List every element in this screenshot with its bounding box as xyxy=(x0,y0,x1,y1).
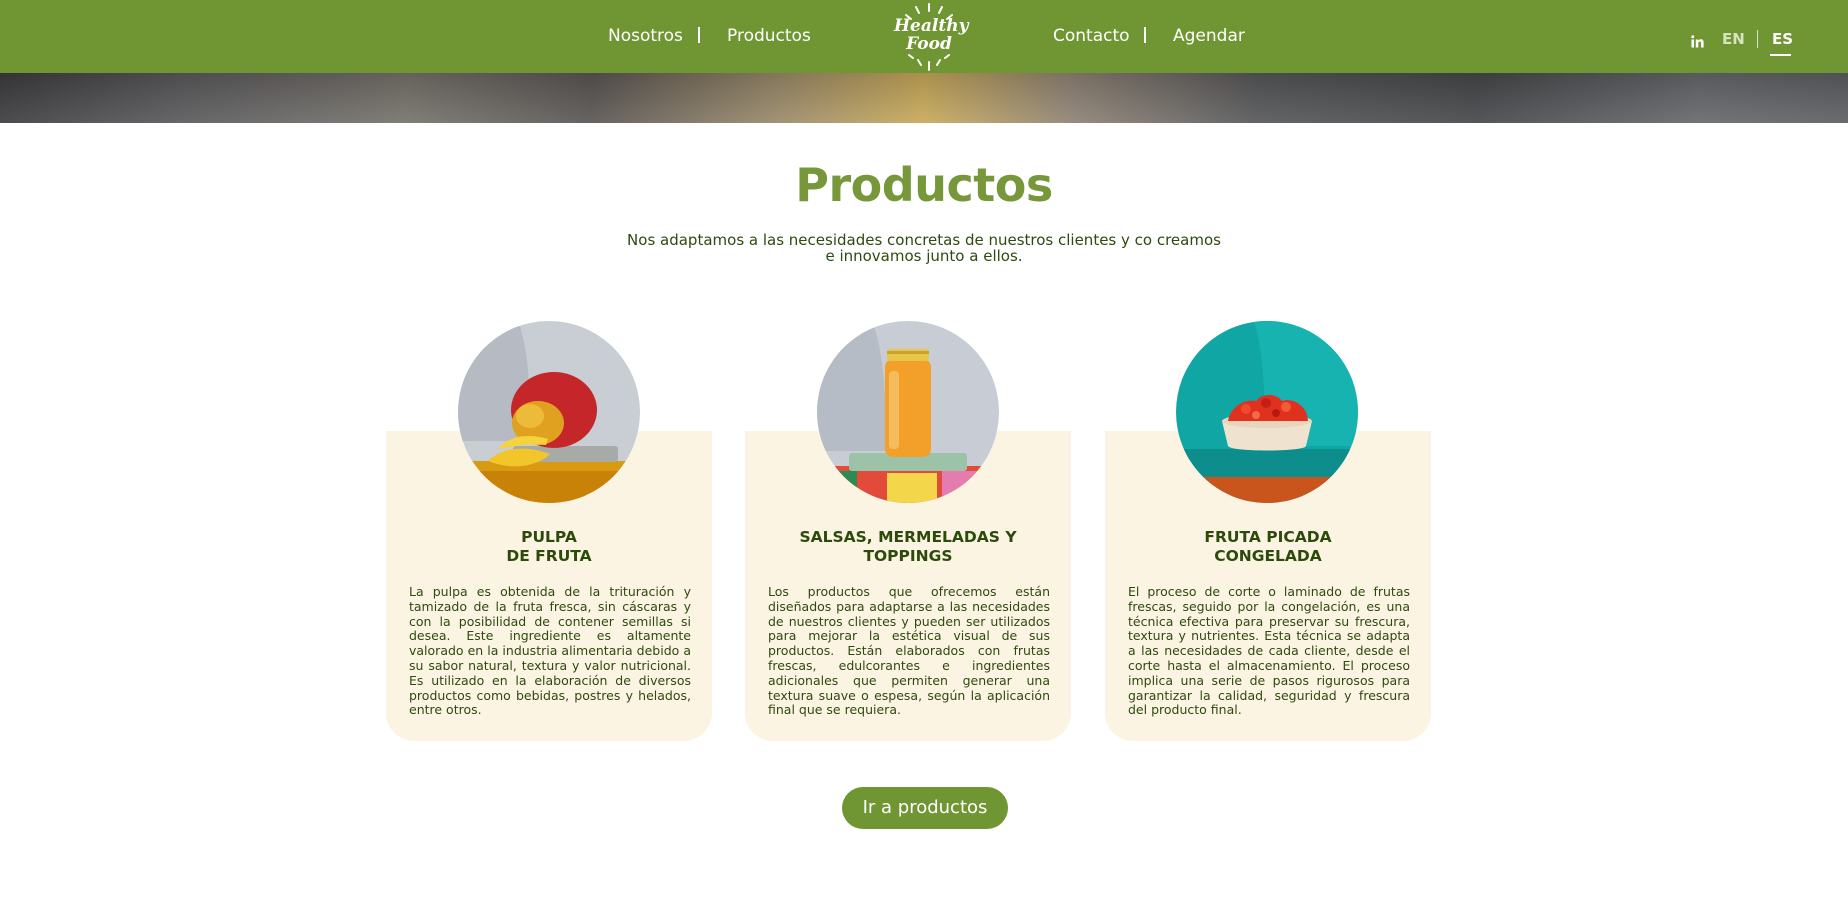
section-title: Productos xyxy=(795,158,1053,212)
go-to-products-button[interactable]: Ir a productos xyxy=(842,787,1008,829)
card-description: La pulpa es obtenida de la trituración y… xyxy=(409,584,691,718)
jam-jar-photo xyxy=(817,321,999,503)
language-en-link[interactable]: EN xyxy=(1722,30,1745,48)
nav-separator xyxy=(1144,27,1146,43)
nav-link-productos[interactable]: Productos xyxy=(727,26,811,46)
card-description: Los productos que ofrecemos están diseña… xyxy=(768,584,1050,718)
healthy-food-logo[interactable]: Healthy Food xyxy=(894,2,969,72)
logo-text-healthy: Healthy xyxy=(894,16,969,36)
nav-separator xyxy=(698,27,700,43)
mango-photo xyxy=(458,321,640,503)
nav-link-agendar[interactable]: Agendar xyxy=(1173,26,1245,46)
hero-banner-image xyxy=(0,73,1848,123)
linkedin-icon[interactable] xyxy=(1691,33,1704,48)
subtitle-line-2: e innovamos junto a ellos. xyxy=(825,247,1023,265)
top-nav: Nosotros Productos Healthy Food Contacto… xyxy=(0,0,1848,73)
nav-link-nosotros[interactable]: Nosotros xyxy=(608,26,683,46)
subtitle-line-1: Nos adaptamos a las necesidades concreta… xyxy=(627,231,1221,249)
section-subtitle: Nos adaptamos a las necesidades concreta… xyxy=(624,232,1224,264)
card-title: SALSAS, MERMELADAS Y TOPPINGS xyxy=(799,528,1017,565)
chopped-fruit-bowl-photo xyxy=(1176,321,1358,503)
card-title: PULPA DE FRUTA xyxy=(506,528,592,565)
card-description: El proceso de corte o laminado de frutas… xyxy=(1128,584,1410,718)
logo-text-food: Food xyxy=(906,34,952,54)
nav-link-contacto[interactable]: Contacto xyxy=(1053,26,1130,46)
language-es-link[interactable]: ES xyxy=(1772,30,1793,48)
language-separator xyxy=(1757,30,1758,48)
active-language-indicator xyxy=(1770,54,1791,56)
card-title: FRUTA PICADA CONGELADA xyxy=(1204,528,1332,565)
